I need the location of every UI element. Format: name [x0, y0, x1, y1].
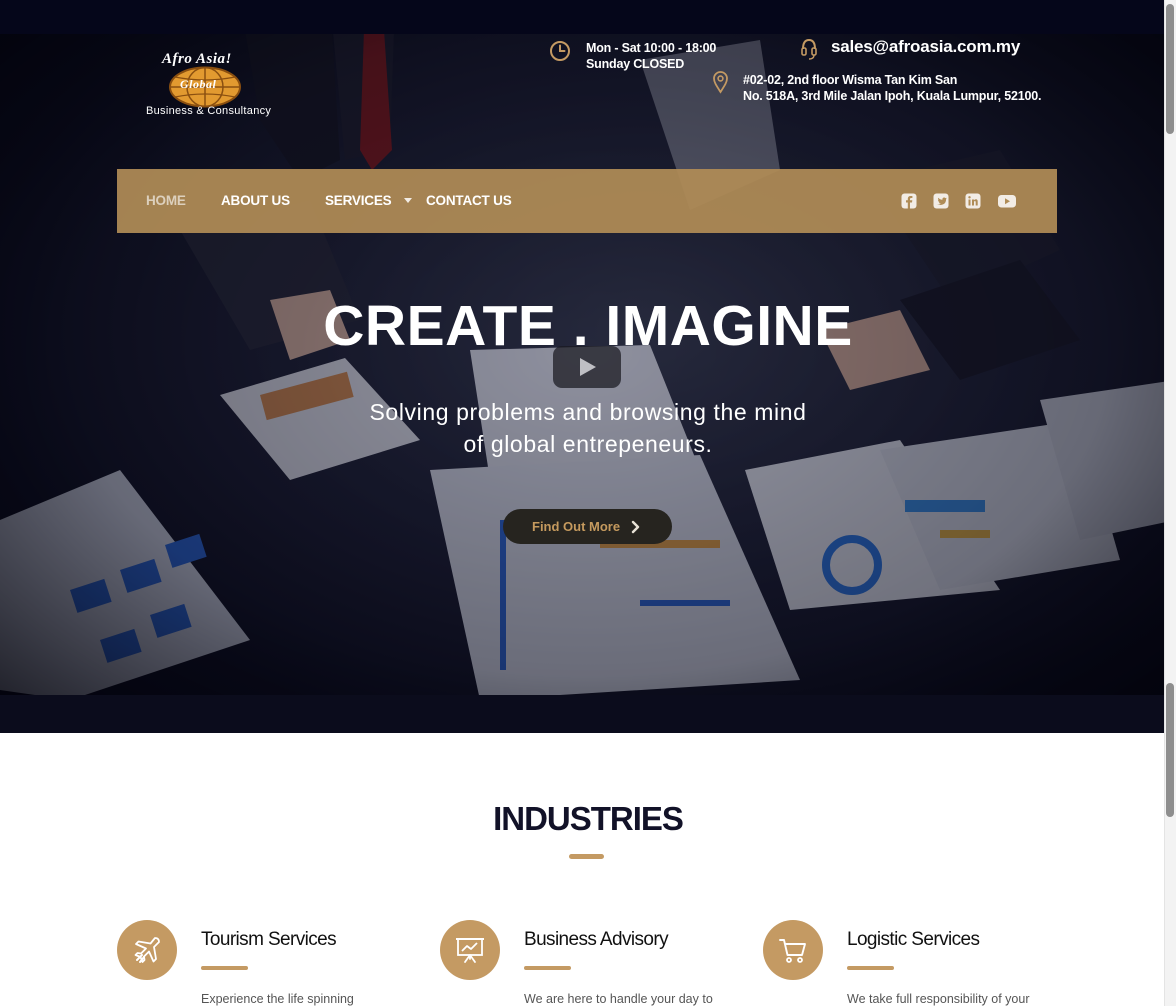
tourism-card-icon-badge: [117, 920, 177, 980]
shopping-cart-icon: [779, 939, 806, 963]
nav-contact-us[interactable]: CONTACT US: [426, 193, 512, 208]
clock-icon: [550, 41, 570, 61]
facebook-icon[interactable]: [900, 192, 918, 210]
chevron-right-icon: [631, 520, 640, 534]
play-icon: [580, 358, 596, 376]
presentation-chart-icon: [456, 938, 484, 963]
business-advisory-underline: [524, 966, 571, 970]
business-advisory-card-icon-badge: [440, 920, 500, 980]
twitter-icon[interactable]: [932, 192, 950, 210]
plane-icon: [134, 937, 160, 963]
nav-services[interactable]: SERVICES: [325, 193, 392, 208]
video-play-button[interactable]: [553, 346, 621, 388]
industries-heading: INDUSTRIES: [493, 800, 684, 837]
logistic-card-icon-badge: [763, 920, 823, 980]
logistic-services-underline: [847, 966, 894, 970]
youtube-icon[interactable]: [997, 192, 1017, 210]
logistic-services-description: We take full responsibility of your: [847, 992, 1030, 1006]
tourism-services-underline: [201, 966, 248, 970]
site-logo[interactable]: Afro Asia! Global Business & Consultancy: [140, 50, 300, 122]
location-pin-icon: [713, 71, 728, 94]
page-scrollbar-thumb[interactable]: [1166, 4, 1174, 134]
linkedin-icon[interactable]: [964, 192, 982, 210]
business-advisory-description: We are here to handle your day to: [524, 992, 713, 1006]
opening-hours: Mon - Sat 10:00 - 18:00 Sunday CLOSED: [586, 40, 716, 72]
hero-top-band: [0, 0, 1176, 34]
main-navbar: HOME ABOUT US SERVICES CONTACT US: [117, 169, 1057, 233]
tourism-services-description: Experience the life spinning: [201, 992, 354, 1006]
industries-underline: [569, 854, 604, 859]
nav-home[interactable]: HOME: [146, 193, 186, 208]
office-address: #02-02, 2nd floor Wisma Tan Kim San No. …: [743, 72, 1041, 104]
address-line-1: #02-02, 2nd floor Wisma Tan Kim San: [743, 73, 958, 87]
logo-text-middle: Global: [180, 77, 217, 91]
logo-tagline: Business & Consultancy: [146, 105, 272, 117]
hero-bottom-band: [0, 695, 1176, 733]
tourism-services-title[interactable]: Tourism Services: [201, 929, 337, 951]
services-dropdown-caret-icon[interactable]: [404, 198, 412, 203]
hours-sunday: Sunday CLOSED: [586, 57, 685, 71]
find-out-more-label: Find Out More: [532, 519, 621, 534]
headset-icon: [801, 38, 817, 60]
nav-about-us[interactable]: ABOUT US: [221, 193, 290, 208]
logo-text-top: Afro Asia!: [162, 51, 232, 67]
address-line-2: No. 518A, 3rd Mile Jalan Ipoh, Kuala Lum…: [743, 89, 1042, 103]
hours-weekdays: Mon - Sat 10:00 - 18:00: [586, 41, 717, 55]
page-scrollbar-thumb-secondary[interactable]: [1166, 683, 1174, 817]
find-out-more-button[interactable]: Find Out More: [503, 509, 672, 544]
hero-subtitle-line-1: Solving problems and browsing the mind: [369, 399, 807, 425]
contact-email-link[interactable]: sales@afroasia.com.my: [831, 37, 1020, 57]
hero-subtitle-line-2: of global entrepeneurs.: [463, 431, 713, 457]
logistic-services-title[interactable]: Logistic Services: [847, 929, 980, 951]
page-scrollbar-track[interactable]: [1164, 0, 1176, 1006]
business-advisory-title[interactable]: Business Advisory: [524, 929, 669, 951]
